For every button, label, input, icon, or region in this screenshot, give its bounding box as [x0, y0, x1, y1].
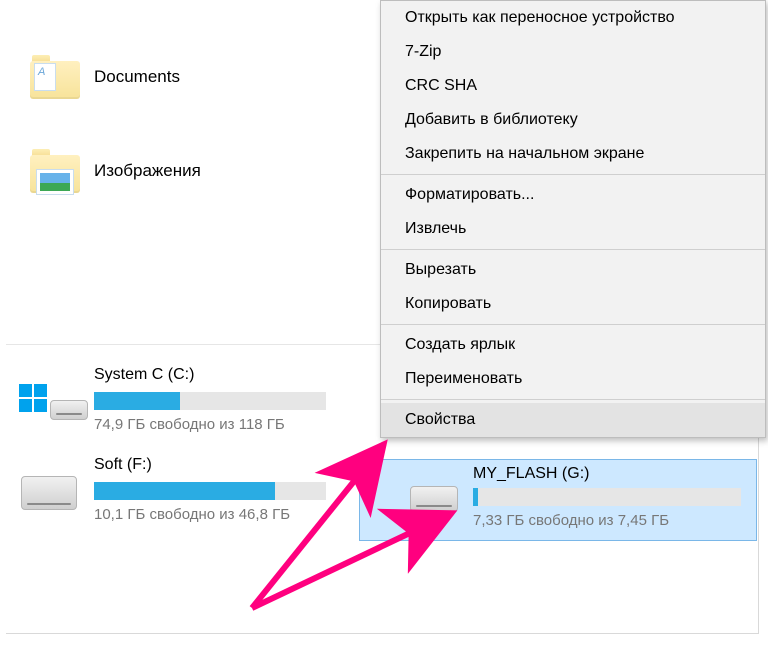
capacity-bar [94, 392, 326, 410]
ctx-crc-sha[interactable]: CRC SHA [381, 69, 765, 103]
drive-item-g-selected[interactable]: MY_FLASH (G:) 7,33 ГБ свободно из 7,45 Г… [359, 459, 757, 541]
drive-item-c[interactable]: System C (C:) 74,9 ГБ свободно из 118 ГБ [6, 366, 336, 446]
ctx-cut[interactable]: Вырезать [381, 253, 765, 287]
ctx-add-to-library[interactable]: Добавить в библиотеку [381, 103, 765, 137]
drive-icon [50, 400, 88, 420]
drive-subtext: 10,1 ГБ свободно из 46,8 ГБ [94, 506, 290, 523]
folder-label: Изображения [94, 161, 201, 181]
ctx-open-portable[interactable]: Открыть как переносное устройство [381, 1, 765, 35]
capacity-bar [94, 482, 326, 500]
context-menu: Открыть как переносное устройство 7-Zip … [380, 0, 766, 438]
drive-icon [21, 476, 77, 510]
ctx-create-shortcut[interactable]: Создать ярлык [381, 328, 765, 362]
ctx-format[interactable]: Форматировать... [381, 178, 765, 212]
ctx-separator [381, 324, 765, 325]
folder-item-documents[interactable]: Documents [6, 52, 346, 102]
drive-title: System C (C:) [94, 366, 194, 384]
ctx-rename[interactable]: Переименовать [381, 362, 765, 396]
folder-icon [30, 149, 80, 193]
ctx-separator [381, 174, 765, 175]
ctx-properties[interactable]: Свойства [381, 403, 765, 437]
drive-icon [410, 486, 458, 512]
capacity-bar [473, 488, 741, 506]
drive-title: Soft (F:) [94, 456, 152, 474]
windows-logo-icon [19, 384, 49, 414]
ctx-copy[interactable]: Копировать [381, 287, 765, 321]
drive-subtext: 74,9 ГБ свободно из 118 ГБ [94, 416, 285, 433]
folder-item-images[interactable]: Изображения [6, 146, 346, 196]
drive-item-f[interactable]: Soft (F:) 10,1 ГБ свободно из 46,8 ГБ [6, 456, 336, 536]
ctx-pin-to-start[interactable]: Закрепить на начальном экране [381, 137, 765, 171]
drive-subtext: 7,33 ГБ свободно из 7,45 ГБ [473, 512, 669, 529]
ctx-eject[interactable]: Извлечь [381, 212, 765, 246]
folder-icon [30, 55, 80, 99]
ctx-separator [381, 399, 765, 400]
ctx-separator [381, 249, 765, 250]
drive-title: MY_FLASH (G:) [473, 465, 589, 483]
ctx-7zip[interactable]: 7-Zip [381, 35, 765, 69]
folder-label: Documents [94, 67, 180, 87]
